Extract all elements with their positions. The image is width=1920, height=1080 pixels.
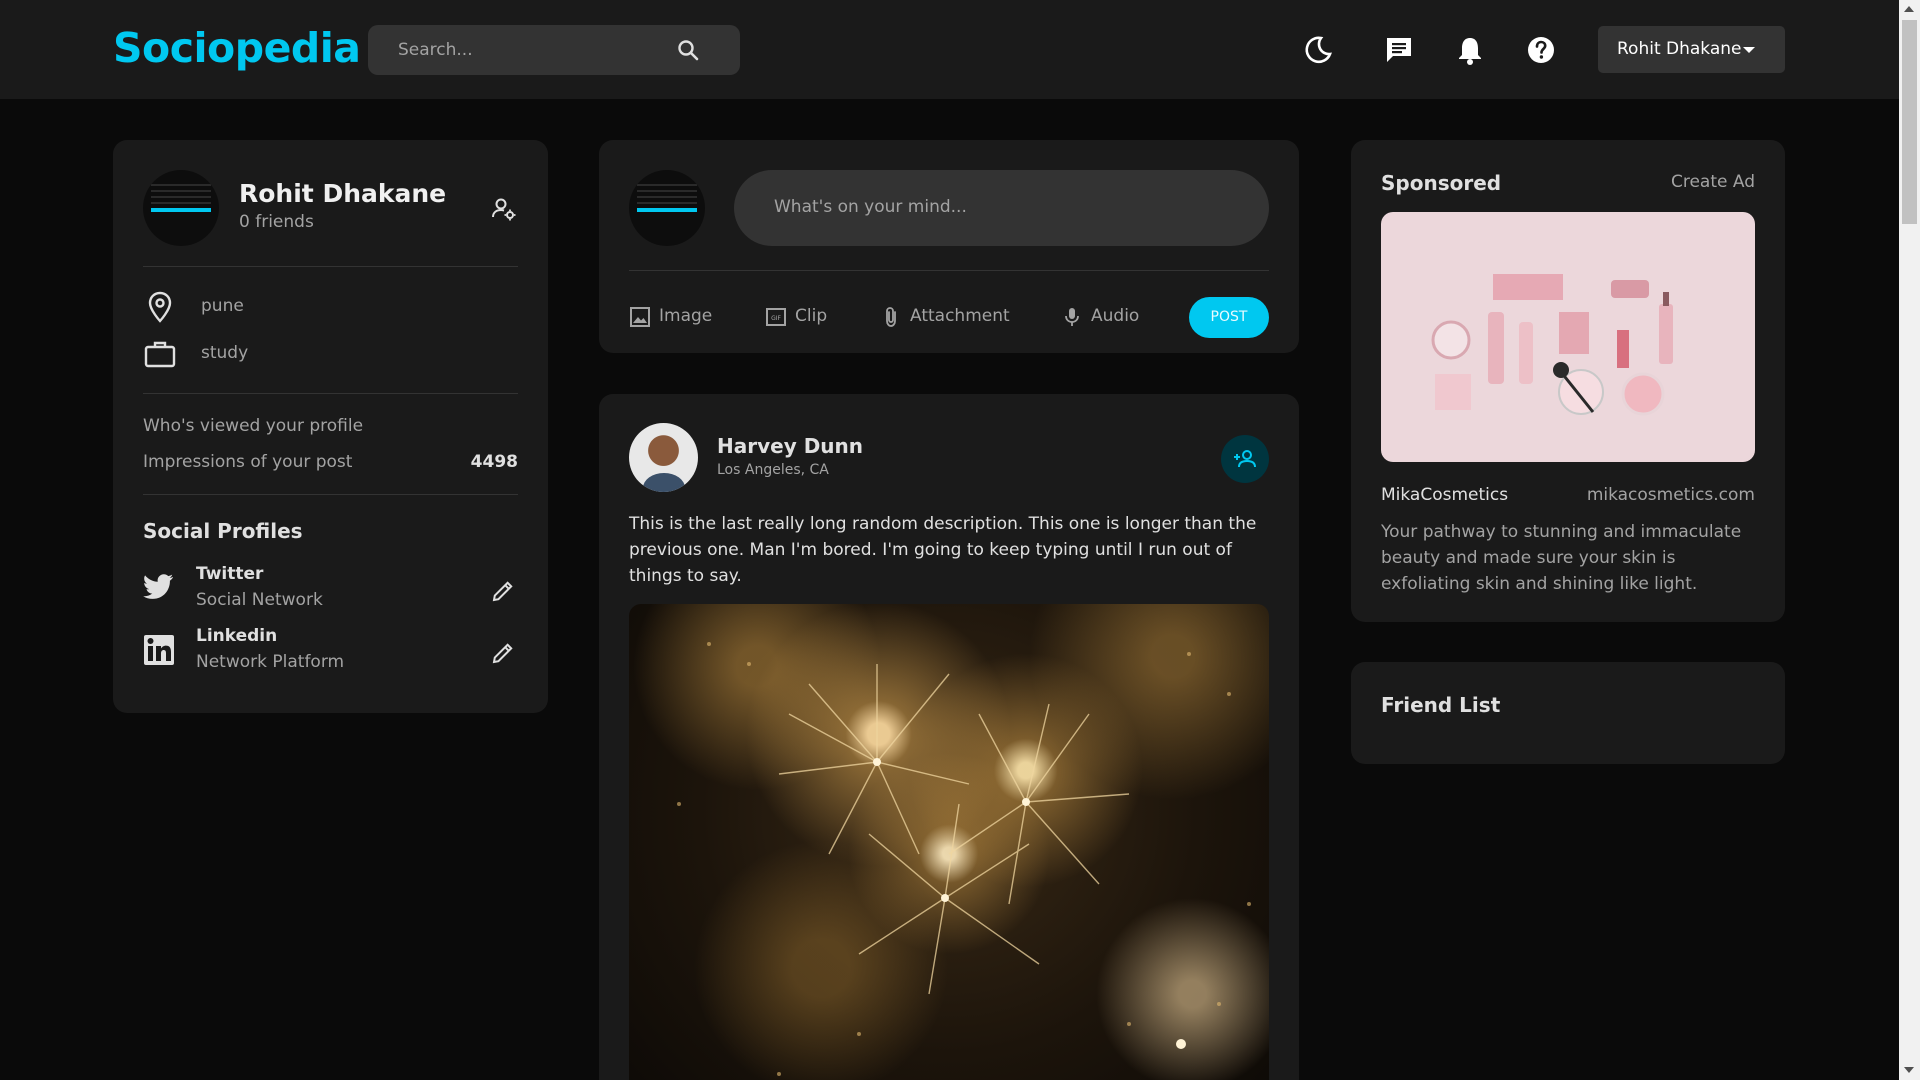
search-bar[interactable]: Search... <box>368 25 740 75</box>
manage-account-icon[interactable] <box>491 196 517 222</box>
help-icon[interactable] <box>1525 34 1557 66</box>
user-profile-card: Rohit Dhakane 0 friends pune study Who's… <box>113 140 548 713</box>
image-action-label: Image <box>659 306 713 326</box>
work-icon <box>144 341 176 368</box>
clip-action-label: Clip <box>795 306 828 326</box>
audio-action-label: Audio <box>1091 306 1140 326</box>
divider <box>143 494 518 495</box>
gif-icon: GIF <box>766 308 786 326</box>
clip-action[interactable]: GIF Clip <box>765 304 840 332</box>
svg-text:GIF: GIF <box>771 315 781 322</box>
attachment-action-label: Attachment <box>910 306 1010 326</box>
social-profile-type: Network Platform <box>196 652 345 672</box>
social-profile-name: Twitter <box>196 564 264 584</box>
search-input[interactable]: Search... <box>398 40 473 60</box>
social-profiles-title: Social Profiles <box>143 519 303 543</box>
notifications-icon[interactable] <box>1454 34 1486 66</box>
app-logo[interactable]: Sociopedia <box>113 24 361 72</box>
post-input[interactable]: What's on your mind... <box>734 170 1269 246</box>
social-profile-name: Linkedin <box>196 626 278 646</box>
profile-friends-count: 0 friends <box>239 212 314 232</box>
image-action[interactable]: Image <box>629 304 714 332</box>
scroll-down-arrow-icon[interactable] <box>1904 1067 1914 1073</box>
impressions-value: 4498 <box>470 452 518 472</box>
scroll-up-arrow-icon[interactable] <box>1904 6 1914 12</box>
profile-location: pune <box>201 296 244 316</box>
post-author-location: Los Angeles, CA <box>717 462 829 478</box>
image-icon <box>630 307 650 327</box>
location-icon <box>148 291 172 323</box>
twitter-icon <box>143 574 173 599</box>
ad-brand-name: MikaCosmetics <box>1381 485 1509 505</box>
user-menu-select[interactable]: Rohit Dhakane <box>1598 26 1785 73</box>
feed-post: Harvey Dunn Los Angeles, CA This is the … <box>599 394 1299 1080</box>
post-input-placeholder: What's on your mind... <box>774 197 967 217</box>
create-post-card: What's on your mind... Image GIF Clip At… <box>599 140 1299 353</box>
add-friend-button[interactable] <box>1221 435 1269 483</box>
audio-action[interactable]: Audio <box>1061 304 1151 332</box>
post-description: This is the last really long random desc… <box>629 514 1257 586</box>
cosmetics-image <box>1431 274 1673 416</box>
friend-list-title: Friend List <box>1381 693 1501 717</box>
post-image[interactable] <box>629 604 1269 1080</box>
messages-icon[interactable] <box>1383 34 1415 66</box>
sponsored-title: Sponsored <box>1381 171 1502 195</box>
sponsored-ad-card: Sponsored Create Ad MikaCosmetics mikaco… <box>1351 140 1785 622</box>
create-ad-link[interactable]: Create Ad <box>1671 172 1755 192</box>
linkedin-icon <box>144 635 174 665</box>
profile-occupation: study <box>201 343 249 363</box>
dark-mode-icon[interactable] <box>1302 34 1334 66</box>
profile-views-label: Who's viewed your profile <box>143 416 364 436</box>
person-add-icon <box>1234 450 1256 468</box>
divider <box>143 393 518 394</box>
top-navbar: Sociopedia Search... Rohit Dhakane <box>0 0 1899 99</box>
fireworks-image <box>677 642 1251 1076</box>
ad-description: Your pathway to stunning and immaculate … <box>1381 522 1742 594</box>
ad-url-link[interactable]: mikacosmetics.com <box>1587 485 1755 505</box>
friend-list-card: Friend List <box>1351 662 1785 764</box>
attachment-icon <box>886 307 896 327</box>
page-scrollbar[interactable] <box>1899 0 1920 1080</box>
chevron-down-icon <box>1743 47 1755 53</box>
post-button[interactable]: POST <box>1189 297 1269 338</box>
attachment-action[interactable]: Attachment <box>880 304 1010 332</box>
post-author-name[interactable]: Harvey Dunn <box>717 434 863 458</box>
impressions-label: Impressions of your post <box>143 452 353 472</box>
scrollbar-thumb[interactable] <box>1902 20 1917 224</box>
avatar[interactable] <box>143 170 219 246</box>
avatar[interactable] <box>629 170 705 246</box>
ad-image[interactable] <box>1381 212 1755 462</box>
avatar[interactable] <box>629 423 698 492</box>
profile-name[interactable]: Rohit Dhakane <box>239 179 446 208</box>
microphone-icon <box>1065 308 1079 326</box>
divider <box>143 266 518 267</box>
edit-icon[interactable] <box>491 641 515 665</box>
edit-icon[interactable] <box>491 579 515 603</box>
social-profile-type: Social Network <box>196 590 323 610</box>
divider <box>629 270 1269 271</box>
search-icon[interactable] <box>676 38 700 62</box>
user-menu-label: Rohit Dhakane <box>1617 39 1742 59</box>
